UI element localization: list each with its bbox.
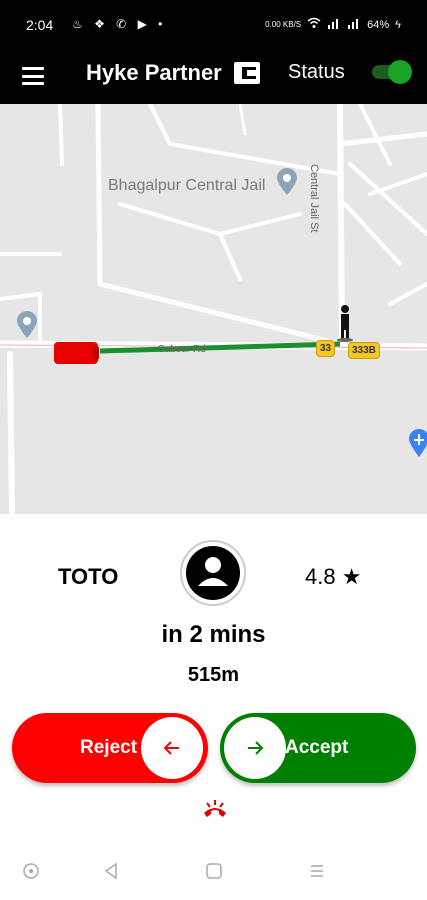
wallet-icon xyxy=(233,60,261,86)
app-bar: Hyke Partner Status xyxy=(0,50,427,104)
accept-label: Accept xyxy=(285,737,349,758)
map-roads xyxy=(0,104,427,514)
reject-label: Reject xyxy=(80,737,138,758)
home-icon[interactable] xyxy=(205,862,223,885)
menu-icon[interactable] xyxy=(22,67,44,85)
ride-request-panel: TOTO 4.8 ★ in 2 mins 515m Reject Accept xyxy=(0,514,427,844)
road-label: Sabour Rd xyxy=(158,344,206,355)
battery-level: 64% xyxy=(367,18,390,31)
accept-slider-knob[interactable] xyxy=(224,717,286,779)
clock: 2:04 xyxy=(26,17,54,33)
accept-button[interactable]: Accept xyxy=(220,713,416,783)
assistant-icon[interactable] xyxy=(22,862,40,885)
system-status-bar: 2:04 ♨ ❖ ✆ ▶ • 0.00 KB/S 64% ϟ xyxy=(0,0,427,50)
reject-button[interactable]: Reject xyxy=(12,713,208,783)
eta-text: in 2 mins xyxy=(161,621,266,648)
road-label-vertical: Central Jail St xyxy=(308,164,320,233)
notification-icons: ♨ ❖ ✆ ▶ • xyxy=(72,17,167,31)
vehicle-type: TOTO xyxy=(58,564,119,589)
reject-slider-knob[interactable] xyxy=(141,717,203,779)
recents-icon[interactable] xyxy=(308,862,326,885)
rating: 4.8 ★ xyxy=(305,564,362,589)
system-nav-bar xyxy=(0,846,427,900)
signal-icon xyxy=(327,17,341,32)
distance-text: 515m xyxy=(187,664,240,686)
system-icons: 0.00 KB/S 64% ϟ xyxy=(265,17,401,32)
route-shield: 33 xyxy=(316,340,336,357)
status-toggle[interactable] xyxy=(372,58,414,86)
map-view[interactable]: Bhagalpur Central Jail Sabour Rd Central… xyxy=(0,104,427,514)
status-label: Status xyxy=(288,61,345,83)
wifi-icon xyxy=(307,17,321,32)
network-speed: 0.00 KB/S xyxy=(265,20,302,29)
route-shield-2: 333B xyxy=(348,342,380,359)
charging-icon: ϟ xyxy=(395,18,401,31)
place-label: Bhagalpur Central Jail xyxy=(108,177,266,194)
app-title: Hyke Partner xyxy=(86,60,222,85)
signal-icon-2 xyxy=(347,17,361,32)
arrow-right-icon xyxy=(248,741,264,755)
hangup-icon[interactable] xyxy=(200,799,230,825)
back-icon[interactable] xyxy=(102,862,120,885)
avatar xyxy=(180,540,246,606)
arrow-left-icon xyxy=(163,741,179,755)
person-icon xyxy=(198,557,228,586)
